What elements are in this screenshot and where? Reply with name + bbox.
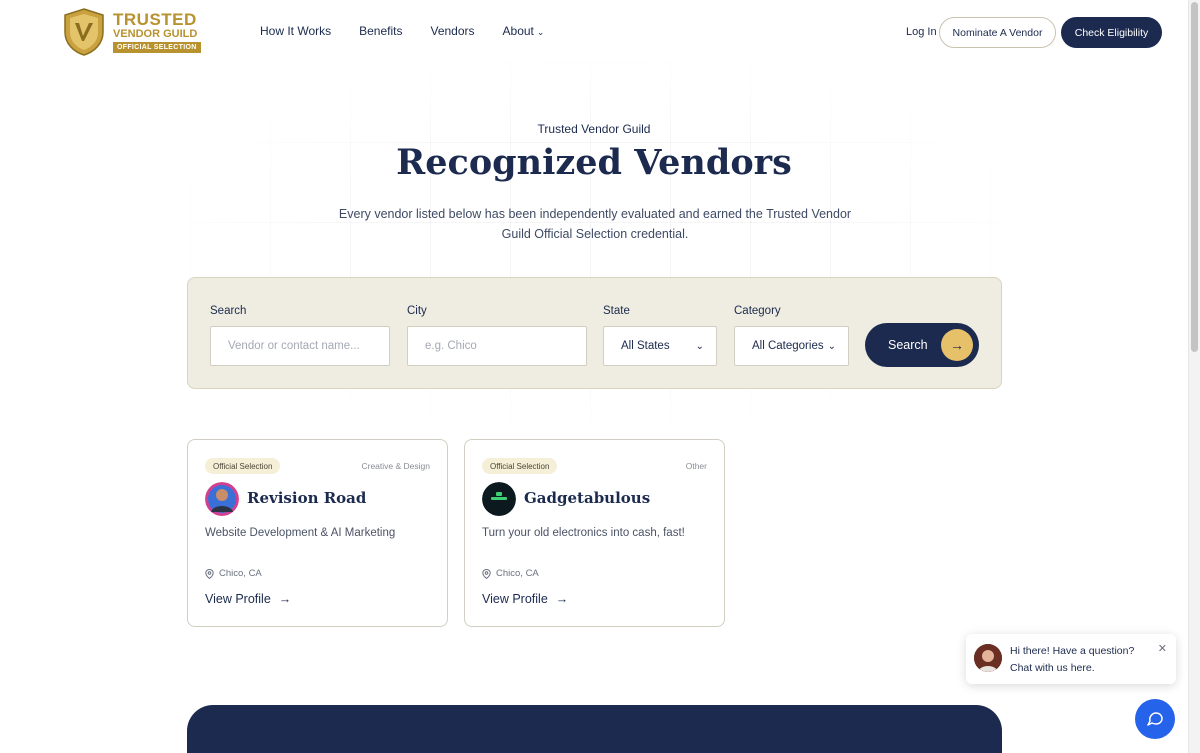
map-pin-icon [205,568,214,579]
vendor-description: Turn your old electronics into cash, fas… [482,527,685,539]
logo-line-1: TRUSTED [113,10,197,29]
footer-cta-band [187,705,1002,753]
search-button-label: Search [888,338,928,352]
logo-line-3: OFFICIAL SELECTION [113,42,201,53]
hero-eyebrow: Trusted Vendor Guild [537,122,651,136]
vendor-avatar [205,482,239,516]
login-link[interactable]: Log In [906,26,937,38]
category-label: Category [734,305,781,317]
search-input[interactable]: Vendor or contact name... [210,326,390,366]
vendor-location-text: Chico, CA [496,568,539,579]
map-pin-icon [482,568,491,579]
vendor-category: Other [685,461,707,471]
vendor-location-text: Chico, CA [219,568,262,579]
chat-launcher-button[interactable] [1135,699,1175,739]
vendor-location: Chico, CA [482,568,539,579]
scrollbar[interactable] [1188,0,1200,753]
search-placeholder: Vendor or contact name... [228,340,360,352]
state-label: State [603,305,630,317]
chat-agent-avatar [974,644,1002,672]
nav-about[interactable]: About ⌄ [503,24,545,38]
person-avatar-icon [974,644,1002,672]
chat-greeting-bubble[interactable]: Hi there! Have a question? Chat with us … [966,634,1176,684]
check-eligibility-button[interactable]: Check Eligibility [1061,17,1162,48]
gadget-logo-icon [482,482,516,516]
official-selection-badge: Official Selection [482,458,558,474]
site-header: TRUSTED VENDOR GUILD OFFICIAL SELECTION … [0,0,1188,64]
chat-icon [1147,712,1163,726]
person-avatar-icon [205,482,239,516]
nav-how-it-works[interactable]: How It Works [260,24,331,38]
close-icon[interactable]: ✕ [1158,642,1167,655]
vendor-avatar [482,482,516,516]
shield-logo-icon [64,8,104,56]
city-input[interactable]: e.g. Chico [407,326,587,366]
vendor-card[interactable]: Official Selection Creative & Design Rev… [187,439,448,627]
vendor-card[interactable]: Official Selection Other Gadgetabulous T… [464,439,725,627]
category-select[interactable]: All Categories ⌄ [734,326,849,366]
chevron-down-icon: ⌄ [827,340,836,352]
search-button[interactable]: Search → [865,323,979,367]
logo[interactable]: TRUSTED VENDOR GUILD OFFICIAL SELECTION [63,8,203,56]
vendor-name[interactable]: Gadgetabulous [524,489,650,507]
main-nav: How It Works Benefits Vendors About ⌄ [260,24,544,38]
search-panel: Search Vendor or contact name... City e.… [187,277,1002,389]
category-value: All Categories [752,340,824,352]
vendor-location: Chico, CA [205,568,262,579]
vendor-name[interactable]: Revision Road [247,489,366,507]
chevron-down-icon: ⌄ [536,27,545,37]
city-label: City [407,305,427,317]
arrow-right-icon: → [278,592,292,606]
view-profile-link[interactable]: View Profile → [205,592,291,606]
view-profile-link[interactable]: View Profile → [482,592,568,606]
official-selection-badge: Official Selection [205,458,281,474]
logo-line-2: VENDOR GUILD [113,28,198,40]
vendor-category: Creative & Design [361,461,430,471]
hero-subtitle: Every vendor listed below has been indep… [338,207,852,241]
page-title: Recognized Vendors [396,142,792,183]
arrow-right-icon: → [555,592,569,606]
vendor-description: Website Development & AI Marketing [205,527,396,539]
nav-vendors[interactable]: Vendors [430,24,474,38]
nav-about-label: About [502,24,534,38]
city-placeholder: e.g. Chico [425,340,477,352]
scrollbar-thumb[interactable] [1191,2,1198,352]
nominate-vendor-button[interactable]: Nominate A Vendor [939,17,1056,48]
view-profile-label: View Profile [205,592,271,606]
chat-message: Hi there! Have a question? Chat with us … [1010,645,1135,674]
arrow-right-icon: → [941,329,973,361]
chevron-down-icon: ⌄ [695,340,704,352]
nav-benefits[interactable]: Benefits [359,24,402,38]
state-value: All States [621,340,670,352]
view-profile-label: View Profile [482,592,548,606]
state-select[interactable]: All States ⌄ [603,326,717,366]
search-label: Search [210,305,247,317]
